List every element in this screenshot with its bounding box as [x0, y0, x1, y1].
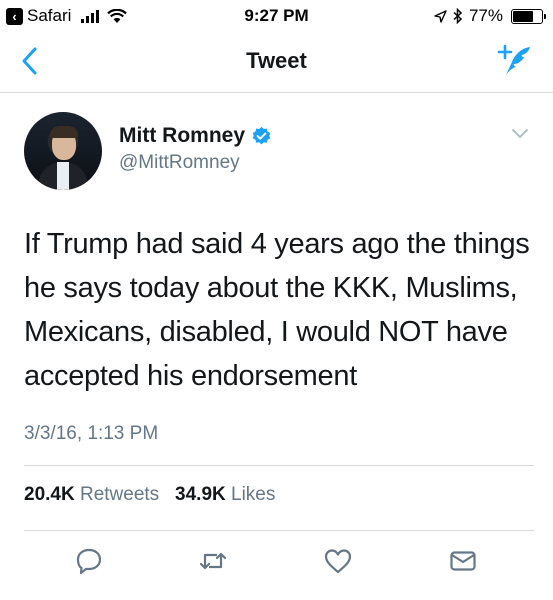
tweet-timestamp: 3/3/16, 1:13 PM — [24, 423, 159, 444]
likes-count: 34.9K — [175, 484, 226, 505]
heart-icon[interactable] — [323, 546, 353, 576]
avatar-hair — [50, 126, 78, 138]
author-display-name[interactable]: Mitt Romney — [119, 124, 245, 148]
compose-tweet-icon[interactable] — [497, 44, 533, 78]
divider — [24, 530, 534, 531]
envelope-icon[interactable] — [448, 546, 478, 576]
likes-label: Likes — [231, 484, 276, 505]
retweets-label: Retweets — [79, 484, 160, 505]
author-handle[interactable]: @MittRomney — [119, 152, 240, 174]
bluetooth-icon — [453, 8, 463, 24]
likes-stat[interactable]: 34.9K Likes — [175, 484, 275, 505]
verified-badge-icon — [252, 126, 271, 144]
tweet-text: If Trump had said 4 years ago the things… — [24, 228, 530, 392]
retweets-stat[interactable]: 20.4K Retweets — [24, 484, 159, 505]
avatar[interactable] — [24, 112, 102, 190]
engagement-stats: 20.4K Retweets 34.9K Likes — [24, 484, 275, 506]
chevron-down-icon[interactable] — [511, 128, 529, 140]
tweet-action-bar — [0, 546, 553, 586]
battery-percent: 77% — [468, 6, 503, 25]
retweets-count: 20.4K — [24, 484, 75, 505]
status-bar: ‹ Safari 9:27 PM 77% — [0, 0, 553, 34]
retweet-icon[interactable] — [198, 546, 228, 576]
status-right: 77% — [434, 6, 546, 26]
divider — [24, 465, 534, 466]
avatar-shirt — [57, 162, 69, 190]
battery-level-fill — [513, 10, 533, 22]
location-arrow-icon — [434, 9, 447, 23]
reply-icon[interactable] — [74, 546, 104, 576]
navigation-bar: Tweet — [0, 34, 553, 93]
page-title: Tweet — [246, 48, 307, 73]
battery-cap — [544, 13, 546, 19]
battery-icon — [511, 8, 546, 24]
author-name-row[interactable]: Mitt Romney — [119, 124, 272, 148]
